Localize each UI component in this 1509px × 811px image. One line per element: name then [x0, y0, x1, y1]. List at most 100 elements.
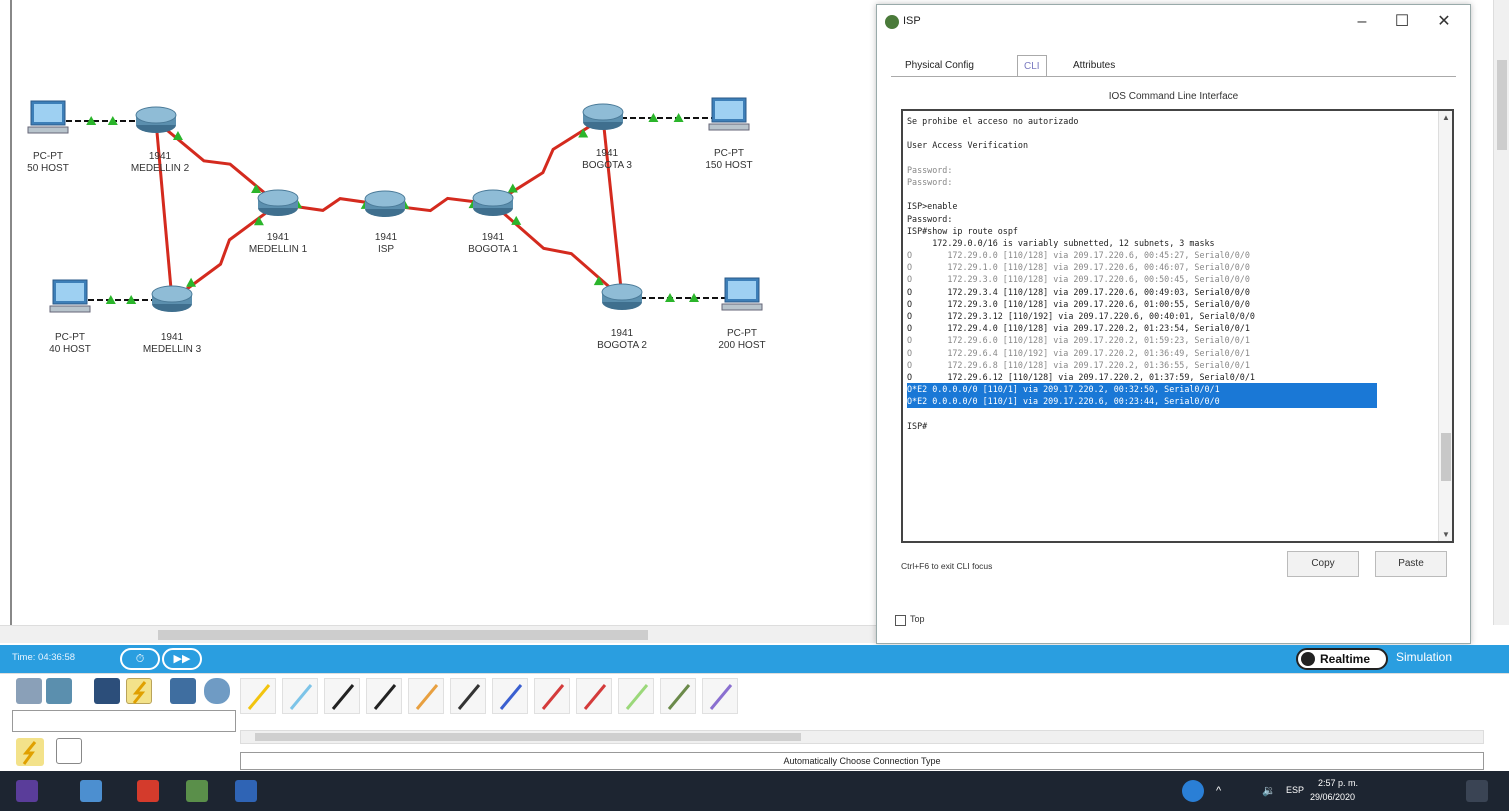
fiber-icon[interactable]	[408, 678, 444, 714]
octal-cable-icon[interactable]	[618, 678, 654, 714]
cli-line	[907, 408, 1435, 420]
realtime-mode-button[interactable]: Realtime	[1296, 648, 1388, 670]
power-cycle-devices-button[interactable]: ⏱	[120, 648, 160, 670]
notifications-icon[interactable]	[1466, 780, 1488, 802]
device-label-pc50[interactable]: PC-PT 50 HOST	[8, 151, 88, 175]
isp-device-window[interactable]: ISP – ☐ ✕ Physical Config CLI Attributes…	[876, 4, 1471, 644]
phone-cable-icon[interactable]	[450, 678, 486, 714]
coaxial-icon[interactable]	[492, 678, 528, 714]
device-name: BOGOTA 3	[582, 160, 632, 171]
router-icon	[257, 189, 299, 207]
close-button[interactable]: ✕	[1429, 11, 1459, 33]
window-title: ISP	[903, 15, 921, 27]
taskbar-date[interactable]: 29/06/2020	[1310, 792, 1355, 802]
connections-subcategory-icon[interactable]	[16, 738, 44, 766]
serial-dte-icon[interactable]	[576, 678, 612, 714]
device-label-isp[interactable]: 1941 ISP	[346, 232, 426, 256]
usb-cable-icon[interactable]	[702, 678, 738, 714]
device-search-field[interactable]	[12, 710, 236, 732]
device-label-med3[interactable]: 1941 MEDELLIN 3	[132, 332, 212, 356]
simulation-mode-button[interactable]: Simulation	[1396, 650, 1452, 664]
cli-line: Se prohibe el acceso no autorizado	[907, 116, 1079, 126]
acrobat-icon[interactable]	[137, 780, 159, 802]
cli-line: Password:	[907, 164, 953, 175]
router-icon	[151, 285, 193, 303]
workspace-left-edge	[10, 0, 12, 625]
cli-line: 172.29.0.0/16 is variably subnetted, 12 …	[907, 237, 1215, 248]
file-explorer-icon[interactable]	[80, 780, 102, 802]
taskbar-time[interactable]: 2:57 p. m.	[1318, 778, 1358, 788]
cli-terminal[interactable]: Se prohibe el acceso no autorizado User …	[901, 109, 1454, 543]
iot-custom-cable-icon[interactable]	[660, 678, 696, 714]
cli-line: O 172.29.6.8 [110/128] via 209.17.220.2,…	[907, 359, 1250, 370]
network-devices-icon[interactable]	[16, 678, 42, 704]
tab-attributes[interactable]: Attributes	[1067, 55, 1121, 77]
tray-chevron-icon[interactable]: ^	[1216, 785, 1221, 797]
device-name: 150 HOST	[705, 160, 753, 171]
copper-cross-icon[interactable]	[366, 678, 402, 714]
windows-taskbar: ^ 🔉 ESP 2:57 p. m. 29/06/2020	[0, 771, 1509, 811]
language-indicator[interactable]: ESP	[1286, 785, 1304, 795]
device-label-bog2[interactable]: 1941 BOGOTA 2	[582, 328, 662, 352]
packet-tracer-icon[interactable]	[186, 780, 208, 802]
multiuser-connection-icon[interactable]	[204, 678, 230, 704]
device-label-med1[interactable]: 1941 MEDELLIN 1	[238, 232, 318, 256]
router-icon	[601, 283, 643, 301]
device-name: MEDELLIN 2	[130, 163, 190, 174]
cli-scroll-thumb[interactable]	[1441, 433, 1451, 481]
console-cable-icon[interactable]	[282, 678, 318, 714]
device-label-pc40[interactable]: PC-PT 40 HOST	[30, 332, 110, 356]
connection-list-scroll-thumb[interactable]	[255, 733, 801, 741]
simulation-time: Time: 04:36:58	[12, 652, 76, 663]
device-model: 1941	[160, 332, 184, 343]
serial-link	[154, 120, 174, 301]
copy-button[interactable]: Copy	[1287, 551, 1359, 577]
scroll-up-icon[interactable]: ▲	[1442, 113, 1450, 122]
connection-list-scrollbar[interactable]	[240, 730, 1484, 744]
word-icon[interactable]	[235, 780, 257, 802]
fast-forward-time-button[interactable]: ▶▶	[162, 648, 202, 670]
pc-icon	[27, 126, 69, 134]
device-label-bog1[interactable]: 1941 BOGOTA 1	[453, 232, 533, 256]
miscellaneous-icon[interactable]	[170, 678, 196, 704]
device-label-pc150[interactable]: PC-PT 150 HOST	[689, 148, 769, 172]
components-icon[interactable]	[94, 678, 120, 704]
paste-button[interactable]: Paste	[1375, 551, 1447, 577]
workspace-horizontal-scrollbar[interactable]	[0, 625, 876, 643]
cli-focus-hint: Ctrl+F6 to exit CLI focus	[901, 561, 993, 571]
volume-icon[interactable]: 🔉	[1262, 784, 1276, 797]
scroll-down-icon[interactable]: ▼	[1442, 530, 1450, 539]
help-icon[interactable]	[1182, 780, 1204, 802]
cli-line: User Access Verification	[907, 140, 1029, 151]
topology-canvas[interactable]	[0, 0, 870, 625]
device-label-med2[interactable]: 1941 MEDELLIN 2	[120, 151, 200, 175]
maximize-button[interactable]: ☐	[1387, 11, 1417, 33]
connections-icon[interactable]	[126, 678, 152, 704]
pc-icon	[715, 101, 743, 119]
minimize-button[interactable]: –	[1347, 11, 1377, 33]
tab-cli[interactable]: CLI	[1017, 55, 1047, 77]
end-devices-icon[interactable]	[46, 678, 72, 704]
pc-icon	[728, 281, 756, 299]
device-name: MEDELLIN 1	[248, 244, 308, 255]
onenote-icon[interactable]	[16, 780, 38, 802]
device-label-bog3[interactable]: 1941 BOGOTA 3	[567, 148, 647, 172]
router-icon	[472, 189, 514, 207]
window-title-bar[interactable]: ISP – ☐ ✕	[877, 5, 1470, 39]
device-model: 1941	[595, 148, 619, 159]
cli-scrollbar[interactable]: ▲ ▼	[1438, 111, 1452, 541]
tab-config[interactable]: Config	[939, 55, 980, 77]
realtime-clock-icon	[1301, 652, 1315, 666]
top-checkbox[interactable]	[895, 615, 906, 626]
serial-dce-icon[interactable]	[534, 678, 570, 714]
window-app-icon	[885, 15, 899, 29]
grid-icon[interactable]	[56, 738, 82, 764]
auto-connection-icon[interactable]	[240, 678, 276, 714]
device-name: 40 HOST	[49, 344, 91, 355]
cli-output[interactable]: Se prohibe el acceso no autorizado User …	[907, 115, 1435, 432]
device-label-pc200[interactable]: PC-PT 200 HOST	[702, 328, 782, 352]
cli-line: O 172.29.1.0 [110/128] via 209.17.220.6,…	[907, 262, 1250, 273]
serial-link	[601, 117, 624, 299]
workspace-vertical-scrollbar[interactable]	[1493, 0, 1509, 625]
copper-straight-icon[interactable]	[324, 678, 360, 714]
